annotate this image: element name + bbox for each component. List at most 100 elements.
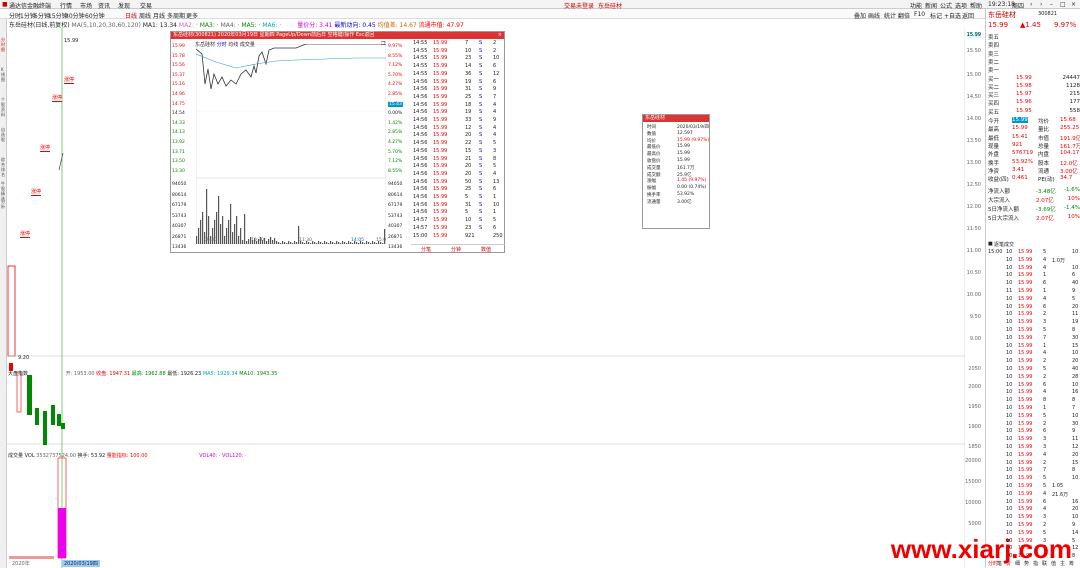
tool-button[interactable]: 返回 [962, 11, 974, 20]
sidebar-tab[interactable]: 牛股精选 [1, 181, 6, 201]
tick-cell: 9 [1072, 428, 1076, 435]
period-tab[interactable]: 多周期 [167, 11, 185, 20]
tick-list-row: 10 15.99 2 9 [988, 522, 1080, 530]
forward-icon[interactable]: › [1040, 1, 1042, 8]
tick-cell: 2 [1043, 420, 1047, 427]
cur-price-tag: 15.43 [388, 102, 403, 107]
sidebar-tab[interactable]: 个股资料 [1, 97, 6, 117]
tick-cell: 10 [1006, 389, 1013, 396]
tool-button[interactable]: 翻倍 [898, 11, 910, 20]
period-tab[interactable]: 更多 [186, 11, 198, 20]
sidebar-tab[interactable]: 综合排名 [1, 157, 6, 177]
close-icon[interactable]: × [1071, 1, 1076, 8]
candle [16, 371, 22, 413]
axis-tick: 26871 [388, 234, 403, 240]
intraday-popup[interactable]: 东岳硅材(300821) 2020年03月19日 星期四 PageUp/Down… [170, 31, 505, 253]
title-bar: ■ 通达信金融终端 行情 市场 资讯 发现 交易 交易未登录 东岳硅材 功能 新… [0, 0, 1080, 10]
tick-cell: 10 [1072, 249, 1079, 255]
sidebar-tab[interactable]: 分析 [1, 199, 6, 209]
tick-cell: 10 [1006, 264, 1013, 271]
tick-row: 14:57 15.99 10 S 5 [411, 217, 505, 225]
tick-side: S [479, 78, 483, 85]
tick-count: 4 [493, 124, 497, 131]
axis-tick: 14.50 [966, 94, 981, 100]
axis-tick: 8.55% [388, 53, 403, 59]
stat-label: 最高 [988, 127, 1000, 134]
tick-volume: 31 [465, 86, 472, 93]
popup-tab[interactable]: 数值 [481, 246, 491, 253]
tick-cell: 15.99 [1018, 412, 1033, 419]
axis-tick: 15.99 [172, 44, 185, 49]
tick-row: 14:56 15.99 19 S 4 [411, 109, 505, 117]
sidebar-tab[interactable]: 分时图 [1, 37, 6, 52]
book-volume: 1128 [1066, 82, 1080, 89]
tick-count: 250 [493, 232, 503, 239]
popup-close-icon[interactable]: × [498, 32, 502, 38]
quote-label: 均价 [647, 138, 656, 144]
popup-tab[interactable]: 分笔 [421, 246, 431, 253]
flow-row: 净流入额 -3.48亿 -1.6% [988, 187, 1080, 195]
sidebar-tab[interactable]: K线图 [1, 67, 6, 82]
tick-cell: 10 [1072, 350, 1079, 357]
quote-label: 最高价 [647, 152, 661, 158]
axis-tick: 13.30 [172, 168, 185, 174]
tick-list-row: 10 15.99 5 10 [988, 413, 1080, 421]
tick-list[interactable]: 15:00 10 15.99 5 10 10 15.99 4 1.0万 10 15.99 4 10 10 1… [988, 249, 1080, 559]
vol40: VOL40: · [199, 453, 221, 459]
tool-button[interactable]: 叠加 [854, 11, 866, 20]
tick-time: 15:00 [413, 232, 428, 239]
axis-tick: 40307 [172, 224, 187, 229]
tick-time: 14:56 [413, 186, 428, 193]
tick-price: 15.99 [433, 155, 448, 162]
tick-cell: 15:00 [988, 249, 1003, 255]
tick-cell: 9 [1072, 288, 1076, 294]
tick-cell: 1 [1043, 342, 1047, 349]
stat-value: 15.99 [1012, 117, 1028, 123]
last-price: 15.99 [988, 21, 1009, 29]
axis-tick: 10.00 [966, 292, 981, 298]
index-value: 开: 1953.00 [65, 371, 95, 377]
maximize-icon[interactable]: □ [1060, 1, 1066, 8]
axis-tick: 80614 [172, 192, 187, 198]
volume-bar [352, 243, 354, 244]
axis-tick: 0.00% [388, 111, 403, 117]
tool-button[interactable]: F10 [914, 11, 925, 18]
tick-list-row: 10 15.99 4 10 [988, 350, 1080, 358]
back-icon[interactable]: ‹ [1030, 1, 1032, 8]
tick-volume: 22 [465, 140, 472, 147]
tick-side: S [479, 55, 483, 62]
tick-list-row: 10 15.99 6 20 [988, 304, 1080, 312]
sidebar-tab[interactable]: 自选股 [1, 127, 6, 142]
tick-row: 14:56 15.99 20 S 5 [411, 163, 505, 171]
period-tab[interactable]: 60分钟 [85, 11, 105, 20]
axis-tick: 7.12% [388, 63, 403, 69]
period-tab[interactable]: 周线 [139, 11, 151, 20]
tick-cell: 8 [1072, 397, 1076, 404]
popup-tab[interactable]: 分钟 [451, 246, 461, 253]
tool-button[interactable]: 统计 [884, 11, 896, 20]
order-book-row: 买三 15.97 215 [988, 91, 1080, 99]
tool-button[interactable]: +自选 [944, 11, 961, 20]
tick-cell: 15.99 [1018, 342, 1033, 349]
period-tab[interactable]: 30分钟 [65, 11, 85, 20]
tick-list-row: 10 15.99 6 10 [988, 382, 1080, 390]
quote-value: 0.00 (0.74%) [677, 185, 707, 191]
tool-button[interactable]: 画线 [868, 11, 880, 20]
tick-row: 14:56 15.99 18 S 4 [411, 102, 505, 110]
tick-list-row: 11 15.99 1 9 [988, 288, 1080, 296]
tick-volume: 7 [465, 40, 469, 46]
volume-bar [206, 189, 208, 244]
tick-time: 14:57 [413, 224, 428, 231]
period-tab-active[interactable]: 日线 [125, 11, 137, 20]
period-tab[interactable]: 月线 [153, 11, 165, 20]
time-tick: 15:00 [376, 237, 386, 243]
tick-cell: 15.99 [1018, 319, 1033, 326]
book-label: 卖三 [988, 51, 1000, 58]
tick-count: 10 [493, 201, 500, 208]
tool-button[interactable]: 标记 [930, 11, 942, 20]
intraday-chart[interactable]: 09:30 10:30 11:30 14:05 15:00 [196, 44, 386, 244]
tick-cell: 15.99 [1018, 249, 1033, 255]
tick-count: 6 [493, 186, 497, 193]
tick-side: S [479, 163, 483, 170]
minimize-icon[interactable]: – [1050, 1, 1053, 8]
